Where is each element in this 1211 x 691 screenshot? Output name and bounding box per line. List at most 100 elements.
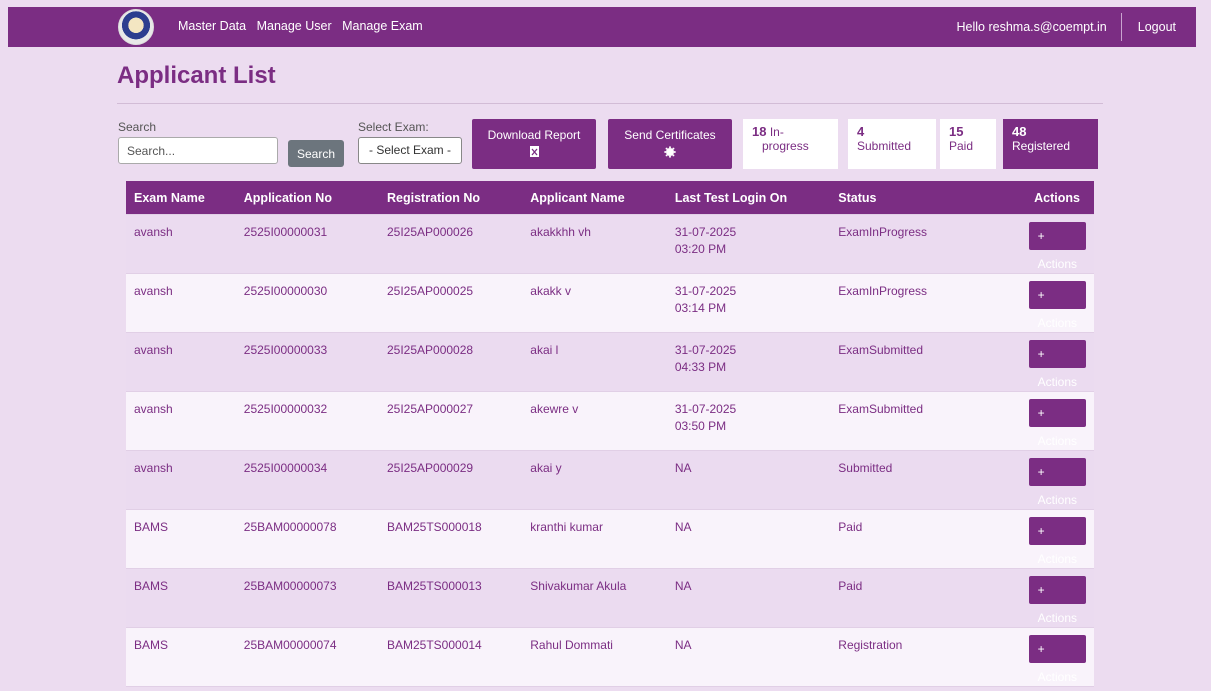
cell-application-no: 2525I00000032 (235, 391, 379, 451)
row-actions-button[interactable]: + Actions (1028, 281, 1086, 330)
cell-actions: + Actions (965, 332, 1094, 392)
col-exam-name[interactable]: Exam Name (126, 181, 236, 215)
last-login-date: NA (674, 520, 692, 534)
last-login-date: 31-07-2025 (674, 402, 737, 416)
col-status[interactable]: Status (830, 181, 966, 215)
last-login-date: 31-07-2025 (674, 225, 737, 239)
last-login-time: 03:20 PM (674, 242, 727, 256)
table-row: avansh 2525I00000030 25I25AP000025 akakk v3… (126, 273, 1094, 333)
table-row: BAMS 25BAM00000073 BAM25TS000013 Shivakumar… (126, 568, 1094, 628)
table-row: avansh 2525I00000032 25I25AP000027 akewre v… (126, 391, 1094, 451)
search-input[interactable] (118, 137, 278, 164)
cell-actions: + Actions (965, 627, 1094, 687)
cell-last-login: NA (666, 568, 831, 628)
row-actions-button[interactable]: + Actions (1028, 635, 1086, 684)
table-row: avansh 2525I00000033 25I25AP000028 akai l 31… (126, 332, 1094, 392)
cell-actions: + Actions (965, 214, 1094, 274)
stat-paid-count: 15 (949, 124, 964, 139)
cell-application-no: 2525I00000034 (235, 450, 379, 510)
last-login-date: NA (674, 579, 692, 593)
col-application-no[interactable]: Application No (235, 181, 379, 215)
cell-status: ExamInProgress (830, 214, 966, 274)
row-actions-button[interactable]: + Actions (1028, 222, 1086, 271)
last-login-date: NA (674, 638, 692, 652)
logout-link[interactable]: Logout (1122, 20, 1186, 34)
cell-status: Submitted (830, 450, 966, 510)
page-title: Applicant List (117, 62, 276, 89)
certificate-seal-icon (608, 146, 732, 161)
cell-actions: + Actions (965, 450, 1094, 510)
cell-last-login: NA (666, 627, 831, 687)
title-divider (117, 103, 1103, 104)
cell-application-no: 2525I00000033 (235, 332, 379, 392)
cell-application-no: 2525I00000030 (235, 273, 379, 333)
cell-last-login: 31-07-2025 04:33 PM (666, 332, 831, 392)
cell-applicant-name: Shivakumar Akula (522, 568, 667, 628)
stat-registered-count: 48 (1012, 124, 1027, 139)
last-login-date: 31-07-2025 (674, 343, 737, 357)
applicant-table: Exam Name Application No Registration No… (126, 181, 1094, 687)
table-row: BAMS 25BAM00000074 BAM25TS000014 Rahul Domm… (126, 627, 1094, 687)
nav-manage-user[interactable]: Manage User (257, 19, 332, 33)
download-report-button[interactable]: Download Report (472, 119, 596, 169)
search-label: Search (118, 120, 157, 134)
stat-registered-label: Registered (1012, 139, 1071, 153)
stat-registered: 48 Registered (1003, 119, 1098, 169)
row-actions-button[interactable]: + Actions (1028, 576, 1086, 625)
col-registration-no[interactable]: Registration No (379, 181, 523, 215)
user-greeting: Hello reshma.s@coempt.in (957, 13, 1122, 41)
cell-last-login: 31-07-2025 03:14 PM (666, 273, 831, 333)
cell-exam-name: avansh (126, 273, 236, 333)
last-login-time: 03:50 PM (674, 419, 727, 433)
table-header-row: Exam Name Application No Registration No… (126, 181, 1094, 215)
send-certificates-label: Send Certificates (624, 128, 716, 142)
stat-submitted: 4 Submitted (848, 119, 936, 169)
stat-in-progress-count: 18 (752, 124, 767, 139)
cell-applicant-name: Rahul Dommati (522, 627, 667, 687)
row-actions-button[interactable]: + Actions (1028, 517, 1086, 566)
cell-exam-name: avansh (126, 391, 236, 451)
last-login-time: 04:33 PM (674, 360, 727, 374)
cell-registration-no: 25I25AP000028 (379, 332, 523, 392)
cell-applicant-name: akewre v (522, 391, 667, 451)
cell-applicant-name: akai y (522, 450, 667, 510)
top-navbar: Master Data Manage User Manage Exam Hell… (8, 7, 1196, 47)
stat-paid: 15 Paid (940, 119, 996, 169)
search-button[interactable]: Search (288, 140, 344, 167)
row-actions-button[interactable]: + Actions (1028, 340, 1086, 389)
cell-applicant-name: akakkhh vh (522, 214, 667, 274)
logo[interactable] (118, 9, 154, 45)
cell-status: Registration (830, 627, 966, 687)
last-login-date: 31-07-2025 (674, 284, 737, 298)
cell-registration-no: 25I25AP000027 (379, 391, 523, 451)
nav-manage-exam[interactable]: Manage Exam (342, 19, 423, 33)
cell-exam-name: BAMS (126, 627, 236, 687)
table-row: avansh 2525I00000031 25I25AP000026 akakkhh … (126, 214, 1094, 274)
stat-in-progress: 18 In- progress (743, 119, 838, 169)
excel-file-icon (472, 146, 596, 160)
send-certificates-button[interactable]: Send Certificates (608, 119, 732, 169)
row-actions-button[interactable]: + Actions (1028, 399, 1086, 448)
stat-in-progress-label-a: In- (769, 125, 784, 139)
cell-applicant-name: akai l (522, 332, 667, 392)
cell-registration-no: 25I25AP000029 (379, 450, 523, 510)
cell-status: ExamSubmitted (830, 391, 966, 451)
nav-master-data[interactable]: Master Data (178, 19, 246, 33)
exam-select[interactable]: - Select Exam - (358, 137, 462, 164)
cell-applicant-name: akakk v (522, 273, 667, 333)
col-last-login[interactable]: Last Test Login On (666, 181, 831, 215)
last-login-time: 03:14 PM (674, 301, 727, 315)
col-applicant-name[interactable]: Applicant Name (522, 181, 667, 215)
cell-actions: + Actions (965, 391, 1094, 451)
cell-last-login: NA (666, 450, 831, 510)
cell-last-login: 31-07-2025 03:20 PM (666, 214, 831, 274)
row-actions-button[interactable]: + Actions (1028, 458, 1086, 507)
cell-last-login: 31-07-2025 03:50 PM (666, 391, 831, 451)
nav-links: Master Data Manage User Manage Exam (178, 19, 430, 33)
cell-application-no: 25BAM00000074 (235, 627, 379, 687)
cell-status: Paid (830, 568, 966, 628)
col-actions: Actions (965, 181, 1094, 215)
cell-actions: + Actions (965, 568, 1094, 628)
cell-status: ExamSubmitted (830, 332, 966, 392)
cell-registration-no: BAM25TS000013 (379, 568, 523, 628)
